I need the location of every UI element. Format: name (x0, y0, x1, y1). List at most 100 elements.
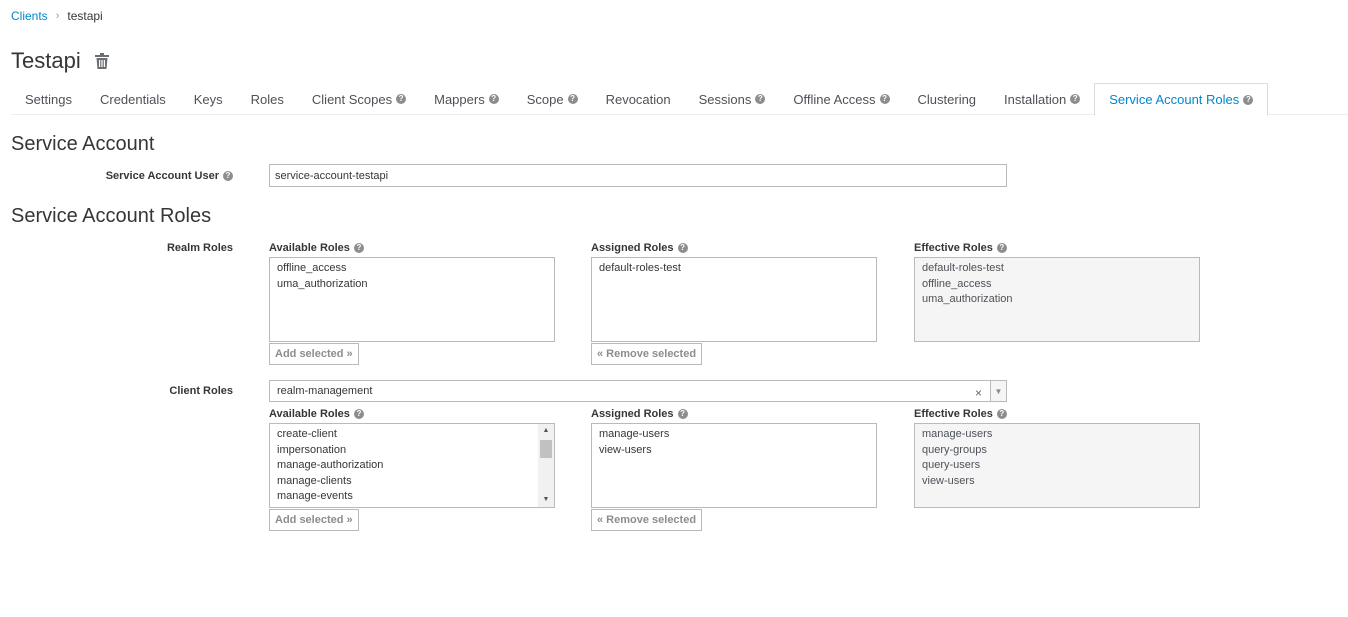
tab-roles[interactable]: Roles (237, 83, 298, 115)
question-circle-icon[interactable]: ? (223, 171, 233, 181)
chevron-down-icon[interactable]: ▼ (990, 381, 1006, 401)
client-available-roles-list[interactable]: create-client impersonation manage-authori… (269, 423, 555, 508)
tab-label: Scope (526, 91, 564, 107)
role-option: view-users (922, 474, 975, 487)
realm-effective-roles-label-text: Effective Roles (914, 242, 993, 254)
realm-assigned-roles-label: Assigned Roles ? (591, 242, 688, 254)
scroll-up-icon[interactable]: ▲ (538, 424, 554, 438)
tab-label: Credentials (99, 91, 166, 107)
tab-credentials[interactable]: Credentials (86, 83, 180, 115)
role-option[interactable]: manage-events (277, 489, 547, 505)
tab-label: Roles (250, 91, 284, 107)
breadcrumb: Clients › testapi (11, 9, 103, 23)
tab-service-account-roles[interactable]: Service Account Roles? (1094, 83, 1269, 116)
tab-label: Service Account Roles (1109, 92, 1240, 107)
role-option: default-roles-test (922, 262, 1004, 274)
breadcrumb-separator: › (55, 10, 60, 22)
realm-effective-roles-label: Effective Roles ? (914, 242, 1007, 254)
role-option[interactable]: manage-users (599, 427, 869, 443)
tab-label: Settings (25, 91, 72, 107)
question-circle-icon[interactable]: ? (677, 243, 688, 253)
trash-icon[interactable] (94, 53, 109, 69)
client-available-roles-label-text: Available Roles (269, 408, 350, 420)
tab-sessions[interactable]: Sessions? (685, 83, 780, 115)
realm-add-selected-button[interactable]: Add selected » (269, 343, 359, 365)
question-circle-icon[interactable]: ? (353, 243, 364, 253)
service-account-heading: Service Account (11, 133, 155, 155)
role-option: manage-users (922, 428, 993, 440)
clear-icon[interactable]: × (975, 386, 982, 400)
question-circle-icon[interactable]: ? (567, 94, 578, 104)
client-available-roles-label: Available Roles ? (269, 408, 364, 420)
role-option[interactable]: create-client (277, 427, 547, 443)
client-remove-selected-button[interactable]: « Remove selected (591, 509, 703, 531)
tab-label: Revocation (605, 91, 671, 107)
tab-revocation[interactable]: Revocation (592, 83, 685, 115)
question-circle-icon[interactable]: ? (1243, 94, 1254, 105)
page-header: Testapi (11, 48, 109, 74)
role-option[interactable]: manage-authorization (277, 458, 547, 474)
client-effective-roles-label-text: Effective Roles (914, 408, 993, 420)
client-assigned-roles-label-text: Assigned Roles (591, 408, 674, 420)
client-assigned-roles-label: Assigned Roles ? (591, 408, 688, 420)
tab-label: Mappers (434, 91, 485, 107)
tab-label: Sessions (698, 91, 752, 107)
realm-roles-label: Realm Roles (166, 242, 233, 254)
breadcrumb-current: testapi (67, 9, 103, 23)
client-roles-label: Client Roles (169, 385, 233, 397)
tab-installation[interactable]: Installation? (990, 83, 1094, 115)
question-circle-icon[interactable]: ? (488, 94, 499, 104)
realm-available-roles-list[interactable]: offline_access uma_authorization (269, 257, 555, 342)
realm-remove-selected-button[interactable]: « Remove selected (591, 343, 703, 365)
realm-assigned-roles-label-text: Assigned Roles (591, 242, 674, 254)
scrollbar-thumb[interactable] (540, 440, 552, 458)
tab-mappers[interactable]: Mappers? (420, 83, 513, 115)
tab-offline-access[interactable]: Offline Access? (779, 83, 903, 115)
realm-assigned-roles-list[interactable]: default-roles-test (591, 257, 877, 342)
tab-label: Keys (193, 91, 223, 107)
client-effective-roles-label: Effective Roles ? (914, 408, 1007, 420)
tab-label: Offline Access (793, 91, 876, 107)
tab-keys[interactable]: Keys (180, 83, 237, 115)
tab-clustering[interactable]: Clustering (904, 83, 991, 115)
role-option: query-users (922, 459, 981, 471)
service-account-user-field[interactable]: service-account-testapi (269, 164, 1007, 187)
role-option[interactable]: offline_access (277, 261, 547, 277)
question-circle-icon[interactable]: ? (879, 94, 890, 104)
role-option[interactable]: default-roles-test (599, 261, 869, 277)
service-account-user-label: Service Account User ? (106, 170, 233, 182)
realm-effective-roles-list: default-roles-test offline_access uma_auth… (914, 257, 1200, 342)
client-effective-roles-list: manage-users query-groups query-users view-… (914, 423, 1200, 508)
client-select[interactable]: realm-management × ▼ (269, 380, 1007, 402)
tab-settings[interactable]: Settings (11, 83, 86, 115)
client-assigned-roles-list[interactable]: manage-users view-users (591, 423, 877, 508)
scrollbar[interactable]: ▲ ▼ (538, 424, 554, 507)
question-circle-icon[interactable]: ? (396, 94, 407, 104)
role-option: offline_access (922, 277, 992, 290)
question-circle-icon[interactable]: ? (1070, 94, 1081, 104)
tab-scope[interactable]: Scope? (513, 83, 592, 115)
question-circle-icon[interactable]: ? (996, 409, 1007, 419)
realm-available-roles-label: Available Roles ? (269, 242, 364, 254)
tab-label: Client Scopes (311, 91, 393, 107)
page-title: Testapi (11, 48, 81, 73)
question-circle-icon[interactable]: ? (677, 409, 688, 419)
service-account-roles-heading: Service Account Roles (11, 205, 212, 227)
scroll-down-icon[interactable]: ▼ (538, 493, 554, 507)
tab-bar: Settings Credentials Keys Roles Client Scope… (11, 83, 1348, 116)
tab-label: Clustering (917, 91, 977, 107)
service-account-user-label-text: Service Account User (105, 170, 219, 182)
role-option[interactable]: impersonation (277, 443, 547, 459)
role-option: uma_authorization (922, 293, 1013, 305)
role-option[interactable]: manage-clients (277, 474, 547, 490)
question-circle-icon[interactable]: ? (353, 409, 364, 419)
client-add-selected-button[interactable]: Add selected » (269, 509, 359, 531)
tab-label: Installation (1004, 91, 1067, 107)
realm-available-roles-label-text: Available Roles (269, 242, 350, 254)
breadcrumb-clients-link[interactable]: Clients (11, 9, 48, 23)
question-circle-icon[interactable]: ? (996, 243, 1007, 253)
role-option[interactable]: uma_authorization (277, 277, 547, 293)
tab-client-scopes[interactable]: Client Scopes? (298, 83, 420, 115)
role-option[interactable]: view-users (599, 443, 869, 459)
question-circle-icon[interactable]: ? (755, 94, 766, 104)
